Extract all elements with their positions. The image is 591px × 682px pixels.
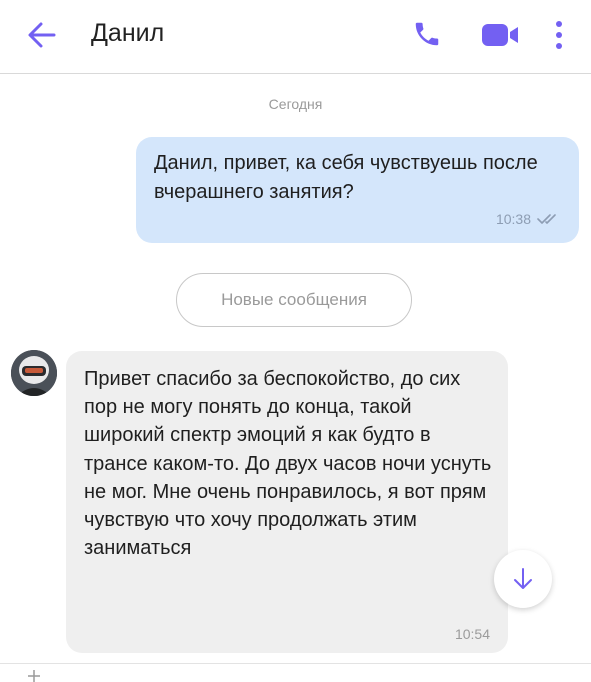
message-text: Привет спасибо за беспокойство, до сих п…	[84, 368, 492, 560]
double-check-icon	[537, 214, 556, 224]
arrow-down-icon	[514, 568, 532, 589]
plus-icon[interactable]	[26, 668, 42, 682]
incoming-message[interactable]: Привет спасибо за беспокойство, до сих п…	[66, 351, 508, 653]
video-camera-icon	[482, 24, 518, 46]
message-meta: 10:38	[496, 211, 561, 227]
phone-icon	[415, 22, 439, 46]
more-vertical-icon	[556, 21, 562, 49]
call-button[interactable]	[412, 19, 442, 49]
arrow-left-icon	[28, 22, 56, 48]
message-time: 10:38	[495, 211, 531, 227]
chat-header: Данил	[0, 0, 591, 74]
outgoing-message[interactable]: Данил, привет, ка себя чувствуешь после …	[136, 137, 579, 243]
more-options-button[interactable]	[548, 19, 570, 51]
new-messages-divider: Новые сообщения	[176, 273, 412, 327]
avatar-image	[11, 350, 57, 396]
date-separator: Сегодня	[268, 96, 323, 112]
scroll-to-bottom-button[interactable]	[494, 550, 552, 608]
avatar[interactable]	[11, 350, 57, 396]
message-text: Данил, привет, ка себя чувствуешь после …	[154, 152, 538, 203]
back-button[interactable]	[26, 20, 58, 50]
video-call-button[interactable]	[480, 21, 522, 49]
message-composer[interactable]	[0, 663, 591, 682]
contact-name[interactable]: Данил	[91, 19, 164, 48]
message-time: 10:54	[454, 626, 490, 642]
